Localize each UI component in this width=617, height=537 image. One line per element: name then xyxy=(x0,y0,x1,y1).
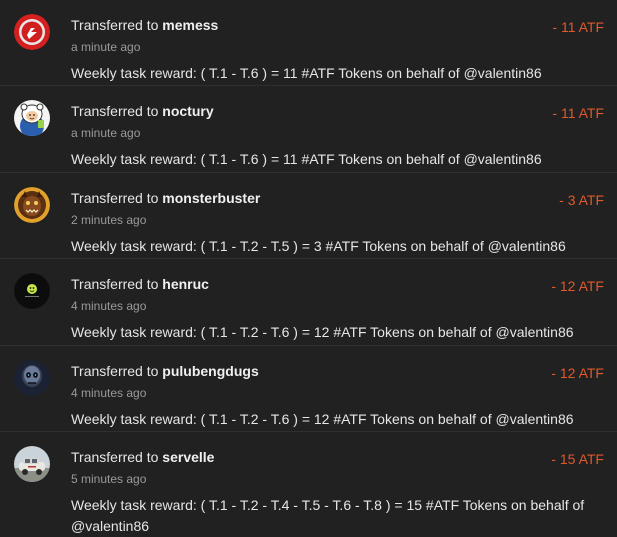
transfer-item: Transferred to pulubengdugs 4 minutes ag… xyxy=(0,346,617,432)
recipient-link[interactable]: monsterbuster xyxy=(162,190,260,206)
skull-icon xyxy=(14,359,50,396)
recipient-link[interactable]: pulubengdugs xyxy=(162,363,258,379)
transfer-prefix: Transferred to xyxy=(71,189,159,206)
transfer-item: Transferred to henruc 4 minutes ago Week… xyxy=(0,259,617,346)
avatar[interactable] xyxy=(14,14,50,50)
transfer-amount: - 12 ATF xyxy=(551,278,604,295)
dark-logo-icon xyxy=(14,273,50,310)
timestamp: a minute ago xyxy=(71,40,141,54)
transfer-memo: Weekly task reward: ( T.1 - T.6 ) = 11 #… xyxy=(71,151,542,168)
cartoon-character-icon xyxy=(14,100,50,137)
timestamp: 4 minutes ago xyxy=(71,385,147,400)
transfer-memo: Weekly task reward: ( T.1 - T.2 - T.5 ) … xyxy=(71,237,566,254)
transfer-prefix: Transferred to xyxy=(71,17,159,33)
recipient-link[interactable]: noctury xyxy=(162,103,213,119)
avatar[interactable] xyxy=(14,273,50,310)
transfer-title: Transferred to memess xyxy=(71,17,218,33)
recipient-link[interactable]: henruc xyxy=(162,276,209,292)
timestamp: 2 minutes ago xyxy=(71,212,147,227)
avatar[interactable] xyxy=(14,445,50,482)
transfer-item: Transferred to memess a minute ago Weekl… xyxy=(0,0,617,87)
car-photo-icon xyxy=(14,445,50,482)
transfer-item: Transferred to noctury a minute ago Week… xyxy=(0,86,617,173)
transfer-prefix: Transferred to xyxy=(71,103,159,120)
transfer-title: Transferred to noctury xyxy=(71,103,214,119)
red-ball-logo-icon xyxy=(14,14,50,50)
transfer-title: Transferred to pulubengdugs xyxy=(71,363,259,379)
transfer-amount: - 11 ATF xyxy=(552,19,604,35)
transfer-amount: - 15 ATF xyxy=(551,450,604,467)
transfer-item: Transferred to servelle 5 minutes ago We… xyxy=(0,432,617,534)
avatar[interactable] xyxy=(14,186,50,223)
avatar[interactable] xyxy=(14,359,50,396)
monster-face-icon xyxy=(14,186,50,223)
transfer-amount: - 3 ATF xyxy=(559,191,604,208)
timestamp: a minute ago xyxy=(71,126,141,141)
transfer-memo: Weekly task reward: ( T.1 - T.6 ) = 11 #… xyxy=(71,65,542,81)
transfer-prefix: Transferred to xyxy=(71,448,159,465)
avatar[interactable] xyxy=(14,100,50,137)
transfer-prefix: Transferred to xyxy=(71,276,159,293)
transfer-title: Transferred to henruc xyxy=(71,276,209,292)
transfer-amount: - 12 ATF xyxy=(551,364,604,381)
timestamp: 5 minutes ago xyxy=(71,471,147,486)
transfer-amount: - 11 ATF xyxy=(552,105,604,122)
transfer-memo: Weekly task reward: ( T.1 - T.2 - T.6 ) … xyxy=(71,324,574,341)
transfer-memo: Weekly task reward: ( T.1 - T.2 - T.6 ) … xyxy=(71,410,574,427)
transfer-memo: Weekly task reward: ( T.1 - T.2 - T.4 - … xyxy=(71,496,585,534)
transfer-title: Transferred to monsterbuster xyxy=(71,190,260,206)
transfer-feed: Transferred to memess a minute ago Weekl… xyxy=(0,0,617,534)
transfer-prefix: Transferred to xyxy=(71,362,159,379)
transfer-item: Transferred to monsterbuster 2 minutes a… xyxy=(0,173,617,260)
transfer-title: Transferred to servelle xyxy=(71,449,214,465)
recipient-link[interactable]: servelle xyxy=(162,449,214,465)
recipient-link[interactable]: memess xyxy=(162,17,218,33)
timestamp: 4 minutes ago xyxy=(71,299,147,314)
